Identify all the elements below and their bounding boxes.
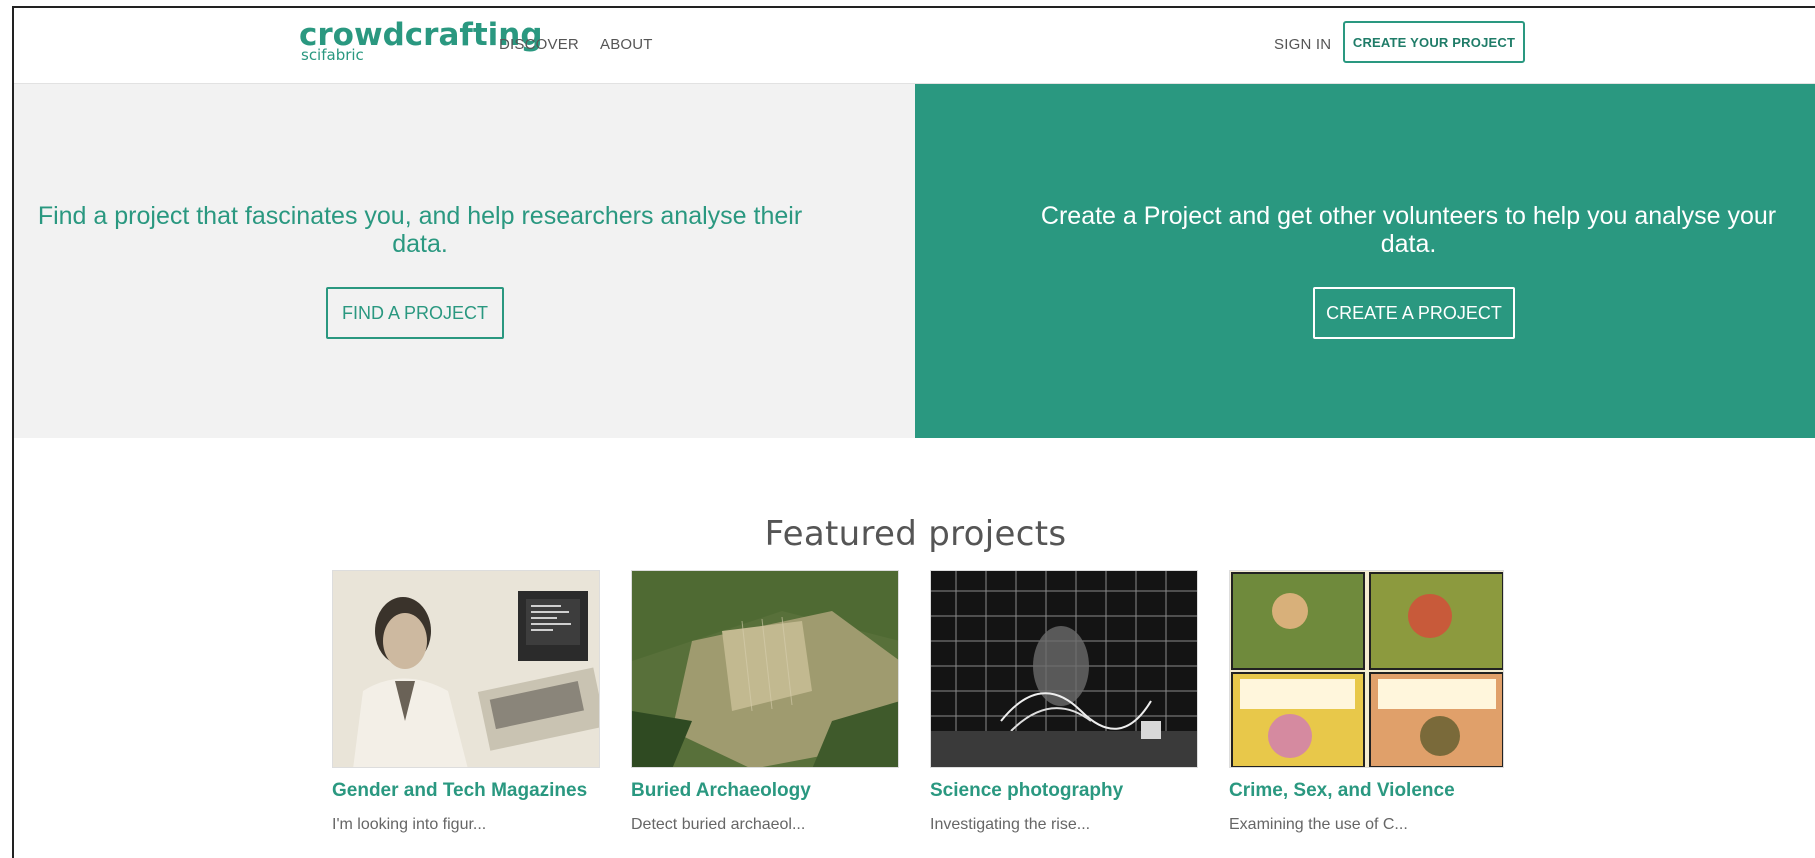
find-project-text: Find a project that fascinates you, and … (37, 202, 803, 258)
project-thumbnail[interactable] (332, 570, 600, 768)
project-description: I'm looking into figur... (332, 816, 487, 833)
find-a-project-button[interactable]: FIND A PROJECT (326, 287, 504, 339)
project-thumbnail[interactable] (631, 570, 899, 768)
project-card[interactable]: Gender and Tech Magazines I'm looking in… (332, 570, 600, 834)
create-your-project-button[interactable]: CREATE YOUR PROJECT (1343, 21, 1525, 63)
project-description: Investigating the rise... (930, 816, 1091, 833)
browser-viewport: crowdcrafting scifabric DISCOVER ABOUT S… (12, 6, 1815, 858)
top-navbar: crowdcrafting scifabric DISCOVER ABOUT S… (14, 8, 1815, 84)
create-project-hero: Create a Project and get other volunteer… (915, 84, 1815, 438)
project-description: Examining the use of C... (1229, 816, 1408, 833)
project-title[interactable]: Science photography (930, 780, 1198, 802)
project-card[interactable]: Science photography Investigating the ri… (930, 570, 1198, 834)
nav-about-link[interactable]: ABOUT (600, 36, 653, 53)
project-description: Detect buried archaeol... (631, 816, 806, 833)
create-project-text: Create a Project and get other volunteer… (1040, 202, 1777, 258)
create-a-project-button[interactable]: CREATE A PROJECT (1313, 287, 1515, 339)
project-thumbnail[interactable] (1229, 570, 1504, 768)
project-title[interactable]: Buried Archaeology (631, 780, 899, 802)
featured-projects-heading: Featured projects (764, 514, 1067, 555)
project-title[interactable]: Gender and Tech Magazines (332, 780, 600, 802)
project-thumbnail[interactable] (930, 570, 1198, 768)
sign-in-link[interactable]: SIGN IN (1274, 36, 1331, 53)
nav-discover-link[interactable]: DISCOVER (499, 36, 579, 53)
project-card[interactable]: Crime, Sex, and Violence Examining the u… (1229, 570, 1504, 834)
find-project-hero: Find a project that fascinates you, and … (14, 84, 915, 438)
project-card[interactable]: Buried Archaeology Detect buried archaeo… (631, 570, 899, 834)
project-title[interactable]: Crime, Sex, and Violence (1229, 780, 1497, 802)
